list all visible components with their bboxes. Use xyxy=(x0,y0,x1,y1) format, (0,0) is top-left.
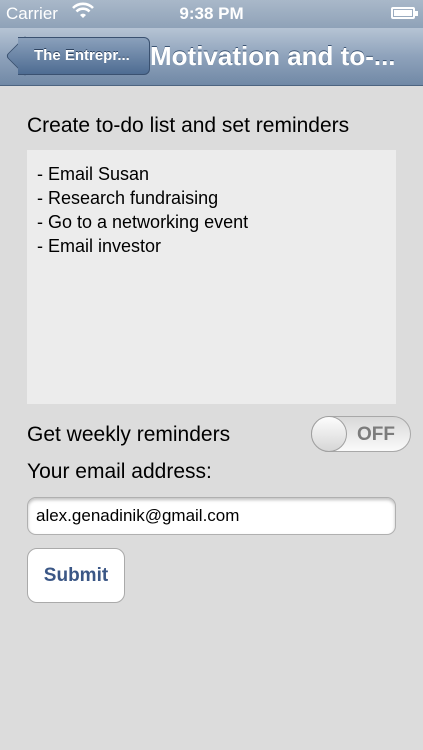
toggle-state-label: OFF xyxy=(357,424,395,445)
clock: 9:38 PM xyxy=(179,4,244,23)
weekly-reminders-label: Get weekly reminders xyxy=(27,423,231,446)
email-field[interactable]: alex.genadinik@gmail.com xyxy=(27,497,396,535)
navigation-bar: The Entrepr... Motivation and to-... xyxy=(0,28,423,86)
todo-text-area[interactable]: - Email Susan - Research fundraising - G… xyxy=(27,150,396,404)
todo-item: - Go to a networking event xyxy=(37,212,249,232)
back-button[interactable]: The Entrepr... xyxy=(18,37,150,75)
todo-heading: Create to-do list and set reminders xyxy=(27,114,350,137)
status-bar: Carrier 9:38 PM xyxy=(0,0,423,28)
toggle-knob[interactable] xyxy=(311,416,347,452)
todo-item: - Research fundraising xyxy=(37,188,219,208)
battery-icon xyxy=(391,7,418,19)
submit-button[interactable]: Submit xyxy=(27,548,125,603)
page-title: Motivation and to-... xyxy=(150,41,396,71)
weekly-reminders-toggle[interactable]: OFF xyxy=(311,416,411,452)
todo-item: - Email Susan xyxy=(37,164,150,184)
todo-item: - Email investor xyxy=(37,236,162,256)
email-label: Your email address: xyxy=(27,460,212,483)
